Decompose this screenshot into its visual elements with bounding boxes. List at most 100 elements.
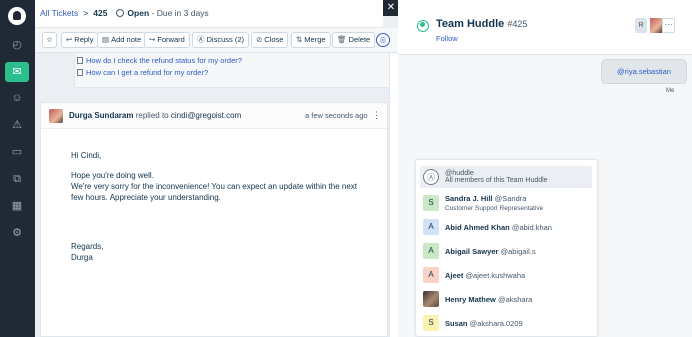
breadcrumb: All Tickets >425 Open - Due in 3 days	[40, 8, 209, 18]
mention-name: Henry Mathew @akshara	[445, 295, 532, 304]
mention-name: Sandra J. Hill @Sandra	[445, 194, 526, 203]
sender-name[interactable]: Durga Sundaram	[69, 111, 133, 120]
team-name: Team Huddle	[436, 18, 505, 30]
message-line: We're very sorry for the inconvenience! …	[71, 182, 357, 191]
message-header: Durga Sundaram replied to cindi@gregoist…	[41, 103, 387, 129]
mention-handle: @abid.khan	[511, 223, 552, 232]
star-button[interactable]: ☆	[42, 32, 57, 48]
mention-full-name: Henry Mathew	[445, 295, 496, 304]
chat-bubble: @riya.sebastian	[601, 59, 687, 84]
avatar: A	[423, 219, 439, 235]
add-note-label: Add note	[111, 35, 142, 44]
tickets-icon[interactable]: ✉	[5, 62, 29, 82]
avatar	[423, 291, 439, 307]
avatar	[49, 109, 63, 123]
breadcrumb-separator: >	[83, 8, 89, 18]
add-note-button[interactable]: ▤ Add note	[97, 32, 147, 48]
merge-label: Merge	[304, 35, 326, 44]
ticket-toolbar: ☆ ↩ Reply ▤ Add note ↪ Forward Ⓐ Discuss (2)…	[35, 28, 398, 53]
close-icon[interactable]: ✕	[383, 0, 399, 16]
team-huddle-icon	[417, 20, 429, 32]
close-label: Close	[264, 35, 284, 44]
mention-full-name: Susan	[445, 319, 468, 328]
mention-handle: @akshara	[497, 295, 533, 304]
trash-icon: 🗑	[337, 35, 347, 44]
message-line: few hours. Appreciate your understanding…	[71, 193, 221, 202]
mention-option[interactable]: A Ajeet @ajeet.kushwaha	[420, 264, 592, 286]
mention-handle: @Sandra	[494, 194, 527, 203]
globe-icon	[116, 9, 125, 17]
sender-label: Me	[666, 88, 675, 94]
avatar[interactable]	[650, 18, 662, 33]
copy-icon[interactable]: ⧉	[10, 172, 24, 186]
book-icon[interactable]: ▭	[10, 145, 24, 159]
message-sender: Durga Sundaram replied to cindi@gregoist…	[69, 111, 241, 120]
mention-handle: @ajeet.kushwaha	[465, 271, 526, 280]
note-icon: ▤	[102, 35, 110, 44]
discuss-button[interactable]: Ⓐ Discuss (2)	[192, 32, 250, 48]
panel-header: Team Huddle #425 Follow R ···	[398, 0, 692, 55]
avatar: A	[423, 243, 439, 259]
mention-name: Ajeet @ajeet.kushwaha	[445, 271, 525, 280]
mention-dropdown: Ⓐ @huddle All members of this Team Huddl…	[415, 159, 598, 337]
mention-name: Susan @akshara.0209	[445, 319, 523, 328]
avatar: S	[423, 315, 439, 331]
due-text: - Due in 3 days	[149, 8, 209, 18]
merge-button[interactable]: ⇅ Merge	[291, 32, 331, 48]
team-huddle-panel: Team Huddle #425 Follow R ··· @riya.seba…	[398, 0, 692, 337]
message-line: Durga	[71, 253, 93, 262]
kb-article-title: How do I check the refund status for my …	[86, 56, 242, 65]
mention-option[interactable]: A Abigail Sawyer @abigail.s	[420, 240, 592, 262]
reports-icon[interactable]: ▦	[10, 199, 24, 213]
more-options-button[interactable]: ···	[662, 18, 675, 33]
reply-label: Reply	[74, 35, 94, 44]
discuss-label: Discuss (2)	[206, 35, 245, 44]
mention-option[interactable]: Henry Mathew @akshara	[420, 288, 592, 310]
reply-button[interactable]: ↩ Reply	[61, 32, 99, 48]
all-tickets-link[interactable]: All Tickets	[40, 8, 78, 18]
forward-label: Forward	[157, 35, 185, 44]
team-huddle-icon: Ⓐ	[423, 169, 439, 185]
document-icon	[77, 69, 83, 76]
message-timestamp: a few seconds ago	[305, 111, 368, 120]
kb-article-link[interactable]: How do I check the refund status for my …	[77, 56, 242, 65]
content-scrollbar[interactable]	[389, 53, 398, 337]
forward-button[interactable]: ↪ Forward	[144, 32, 190, 48]
mention-full-name: Abid Ahmed Khan	[445, 223, 510, 232]
mention-option[interactable]: S Sandra J. Hill @Sandra Customer Suppor…	[420, 192, 592, 214]
mention-full-name: Abigail Sawyer	[445, 247, 499, 256]
mention-handle: @akshara.0209	[469, 319, 523, 328]
mention-subtitle: All members of this Team Huddle	[445, 177, 548, 184]
collaborator-icon[interactable]: ◎	[376, 33, 390, 47]
alerts-icon[interactable]: ⚠	[10, 118, 24, 132]
ticket-header: All Tickets >425 Open - Due in 3 days	[35, 0, 383, 28]
delete-label: Delete	[348, 35, 371, 44]
close-ticket-button[interactable]: ⊘ Close	[251, 32, 289, 48]
replied-to-text: replied to	[135, 111, 169, 120]
settings-icon[interactable]: ⚙	[10, 226, 24, 240]
check-circle-icon: ⊘	[256, 35, 263, 44]
reply-icon: ↩	[66, 35, 73, 44]
panel-title: Team Huddle #425	[436, 18, 527, 30]
left-nav-rail: ◴ ✉ ☺ ⚠ ▭ ⧉ ▦ ⚙	[0, 0, 35, 337]
follow-link[interactable]: Follow	[436, 34, 458, 43]
document-icon	[77, 57, 83, 64]
contacts-icon[interactable]: ☺	[10, 91, 24, 105]
status-label: Open	[127, 8, 150, 18]
recipient-email: cindi@gregoist.com	[170, 111, 242, 120]
more-options-icon[interactable]: ⋮	[372, 110, 381, 121]
mention-option[interactable]: S Susan @akshara.0209	[420, 312, 592, 334]
message-line: Hope you're doing well.	[71, 171, 154, 180]
team-ticket-id: #425	[507, 19, 528, 29]
kb-article-link[interactable]: How can I get a refund for my order?	[77, 68, 208, 77]
message-line: Regards,	[71, 242, 104, 251]
dashboard-icon[interactable]: ◴	[10, 38, 24, 52]
ticket-id: 425	[93, 8, 108, 18]
mention-option[interactable]: A Abid Ahmed Khan @abid.khan	[420, 216, 592, 238]
freshdesk-logo-icon[interactable]	[8, 7, 26, 25]
delete-button[interactable]: 🗑 Delete	[332, 32, 376, 48]
participant-badge[interactable]: R	[635, 18, 647, 33]
mention-name: @huddle	[445, 168, 474, 177]
mention-subtitle: Customer Support Representative	[445, 205, 544, 212]
mention-option-huddle[interactable]: Ⓐ @huddle All members of this Team Huddl…	[420, 166, 592, 188]
